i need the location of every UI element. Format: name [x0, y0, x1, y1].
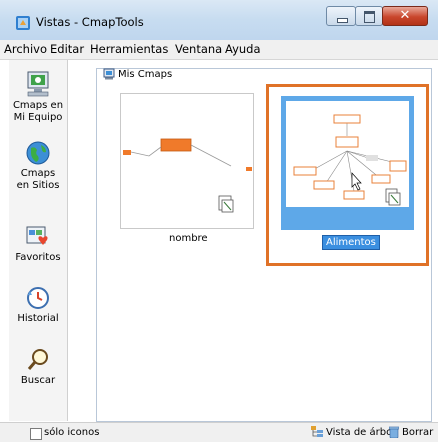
menu-ventana[interactable]: Ventana: [175, 42, 222, 56]
cmap-preview-nombre: [123, 138, 252, 213]
menu-editar[interactable]: Editar: [50, 42, 84, 56]
menu-herramientas[interactable]: Herramientas: [90, 42, 168, 56]
nav-favoritos[interactable]: Favoritos: [9, 224, 67, 264]
nav-label-line2: en Sitios: [16, 180, 60, 191]
cmap-name-nombre: nombre: [169, 233, 208, 244]
left-navigation-panel: Cmaps en Mi Equipo Cmaps en Sitios Favor…: [9, 60, 68, 421]
nav-cmaps-mi-equipo[interactable]: Cmaps en Mi Equipo: [9, 70, 67, 124]
nav-label-line1: Cmaps en: [12, 100, 64, 111]
history-icon: [27, 287, 49, 309]
my-cmaps-folder-icon: [103, 68, 115, 80]
icons-only-label: sólo iconos: [44, 427, 100, 438]
close-button[interactable]: ✕: [382, 6, 428, 26]
menu-bar: Archivo Editar Herramientas Ventana Ayud…: [0, 40, 438, 60]
nav-label-line1: Cmaps: [20, 168, 56, 179]
nav-label-line1: Buscar: [20, 375, 56, 386]
maximize-button[interactable]: [355, 6, 383, 26]
computer-icon: [27, 71, 49, 97]
maximize-icon: [364, 11, 375, 23]
menu-ayuda[interactable]: Ayuda: [225, 42, 261, 56]
nav-label-line1: Historial: [17, 313, 59, 324]
cmaptools-app-icon: [16, 16, 30, 30]
cmaptools-window: Vistas - CmapTools ✕ Archivo Editar Herr…: [0, 0, 438, 442]
nav-cmaps-en-sitios[interactable]: Cmaps en Sitios: [9, 140, 67, 192]
cmap-name-alimentos[interactable]: Alimentos: [322, 235, 380, 250]
search-icon: [27, 349, 48, 370]
cmap-thumbnail-nombre[interactable]: [120, 93, 254, 229]
globe-icon: [26, 141, 50, 165]
close-icon: ✕: [399, 8, 411, 23]
nav-label-line2: Mi Equipo: [13, 112, 63, 123]
tree-view-icon: [311, 426, 323, 437]
window-title: Vistas - CmapTools: [36, 15, 144, 29]
breadcrumb-label: Mis Cmaps: [118, 69, 173, 80]
menu-archivo[interactable]: Archivo: [4, 42, 47, 56]
title-bar[interactable]: Vistas - CmapTools ✕: [0, 0, 438, 40]
nav-buscar[interactable]: Buscar: [9, 347, 67, 387]
delete-label: Borrar: [402, 427, 434, 438]
tree-view-label: Vista de árbol: [326, 427, 395, 438]
nav-historial[interactable]: Historial: [9, 285, 67, 325]
bottom-toolbar: sólo iconos Vista de árbol Borrar: [0, 422, 438, 442]
cmap-file-icon: [218, 195, 234, 213]
favorites-icon: [26, 226, 48, 245]
nav-label-line1: Favoritos: [15, 252, 61, 263]
icons-only-checkbox[interactable]: [30, 428, 42, 440]
minimize-button[interactable]: [326, 6, 356, 26]
minimize-icon: [337, 18, 348, 23]
trash-icon: [389, 426, 399, 438]
